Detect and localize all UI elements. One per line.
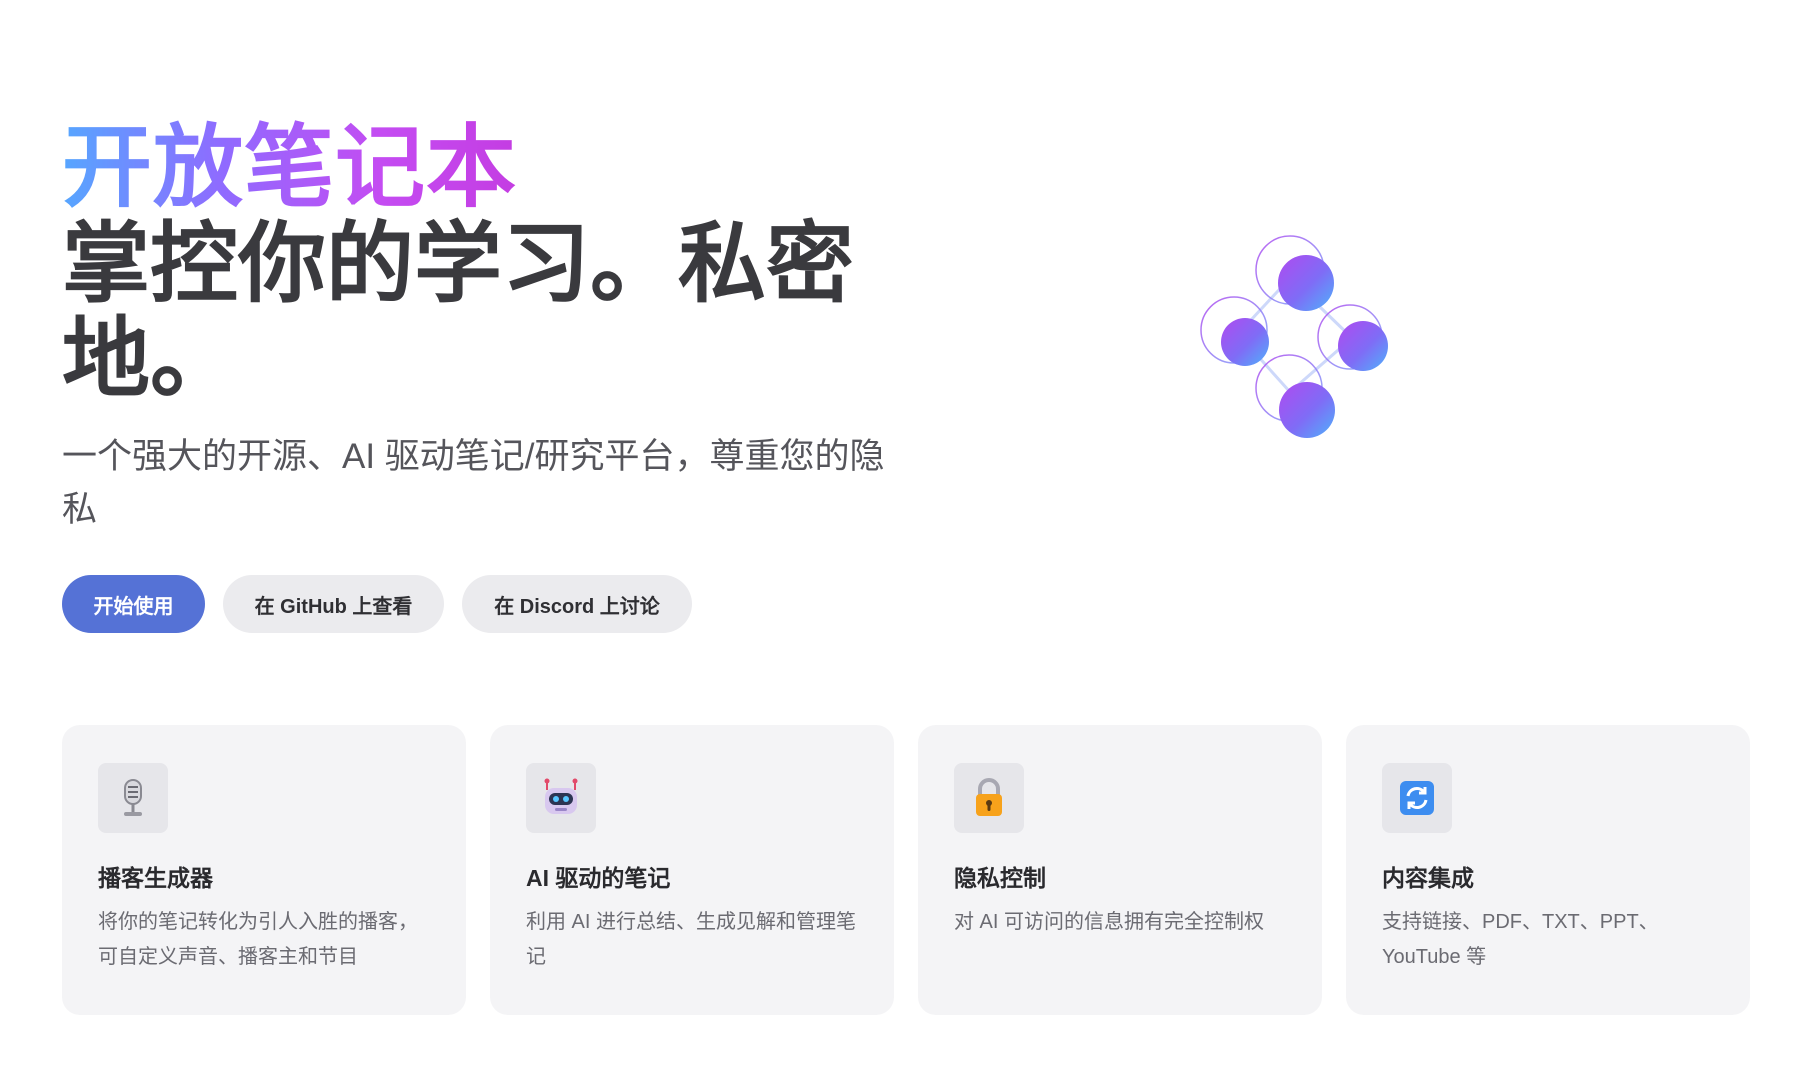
sync-icon xyxy=(1382,763,1452,833)
subtitle: 一个强大的开源、AI 驱动笔记/研究平台，尊重您的隐私 xyxy=(62,437,885,529)
get-started-button[interactable]: 开始使用 xyxy=(62,575,205,633)
headline: 掌控你的学习。私密地。 xyxy=(62,214,855,408)
feature-card-podcast: 播客生成器 将你的笔记转化为引人入胜的播客，可自定义声音、播客主和节目 xyxy=(62,725,466,1015)
feature-description: 将你的笔记转化为引人入胜的播客，可自定义声音、播客主和节目 xyxy=(98,911,418,968)
feature-card-integration: 内容集成 支持链接、PDF、TXT、PPT、YouTube 等 xyxy=(1346,725,1750,1015)
feature-card-privacy: 隐私控制 对 AI 可访问的信息拥有完全控制权 xyxy=(918,725,1322,1015)
lock-icon xyxy=(954,763,1024,833)
hero-section: 开放笔记本 掌控你的学习。私密地。 一个强大的开源、AI 驱动笔记/研究平台，尊… xyxy=(62,120,922,536)
feature-title: 隐私控制 xyxy=(954,865,1046,891)
feature-card-ai-notes: AI 驱动的笔记 利用 AI 进行总结、生成见解和管理笔记 xyxy=(490,725,894,1015)
network-logo-icon xyxy=(1200,235,1388,438)
features-section: 播客生成器 将你的笔记转化为引人入胜的播客，可自定义声音、播客主和节目 AI 驱… xyxy=(62,725,1750,1015)
brand-title: 开放笔记本 xyxy=(62,118,517,218)
feature-title: 播客生成器 xyxy=(98,865,213,891)
feature-description: 对 AI 可访问的信息拥有完全控制权 xyxy=(954,911,1265,933)
microphone-icon xyxy=(98,763,168,833)
cta-buttons: 开始使用 在 GitHub 上查看 在 Discord 上讨论 xyxy=(62,575,692,633)
github-button[interactable]: 在 GitHub 上查看 xyxy=(223,575,444,633)
feature-description: 支持链接、PDF、TXT、PPT、YouTube 等 xyxy=(1382,911,1659,968)
robot-icon xyxy=(526,763,596,833)
feature-title: AI 驱动的笔记 xyxy=(526,865,671,891)
feature-title: 内容集成 xyxy=(1382,865,1474,891)
feature-description: 利用 AI 进行总结、生成见解和管理笔记 xyxy=(526,911,857,968)
discord-button[interactable]: 在 Discord 上讨论 xyxy=(462,575,692,633)
